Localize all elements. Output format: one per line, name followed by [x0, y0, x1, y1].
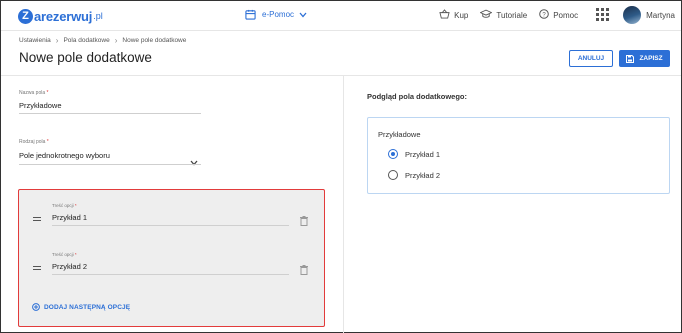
tutorials-link[interactable]: Tutoriale	[479, 9, 528, 21]
breadcrumb-item-extra-fields[interactable]: Pola dodatkowe	[63, 37, 109, 44]
header-divider	[1, 75, 681, 76]
apps-grid-icon[interactable]	[596, 7, 610, 23]
buy-label: Kup	[454, 10, 469, 20]
preview-field-name: Przykładowe	[378, 130, 421, 139]
trash-icon[interactable]	[300, 262, 308, 280]
save-icon	[626, 54, 635, 63]
trash-icon[interactable]	[300, 213, 308, 231]
chevron-right-icon: ›	[114, 36, 118, 45]
drag-handle-icon[interactable]	[33, 217, 41, 223]
chevron-right-icon: ›	[55, 36, 59, 45]
options-editor: Treść opcji * Przykład 1 Treść opcji * P…	[18, 189, 325, 327]
field-type-underline	[19, 164, 201, 165]
radio-unselected-icon[interactable]	[388, 170, 398, 180]
preview-radio-option[interactable]: Przykład 1	[388, 149, 440, 159]
option-input[interactable]: Przykład 1	[52, 213, 87, 222]
column-divider	[343, 76, 344, 333]
add-option-button[interactable]: DODAJ NASTĘPNĄ OPCJĘ	[32, 303, 130, 311]
field-type-select[interactable]: Pole jednokrotnego wyboru	[19, 151, 110, 160]
breadcrumb: Ustawienia › Pola dodatkowe › Nowe pole …	[19, 36, 186, 45]
help-icon: ?	[539, 9, 553, 21]
field-name-label: Nazwa pola *	[19, 90, 49, 96]
logo-mark: Z	[18, 8, 33, 24]
graduation-cap-icon	[479, 9, 496, 21]
brand-logo[interactable]: Z arezerwuj .pl	[18, 7, 103, 25]
add-option-label: DODAJ NASTĘPNĄ OPCJĘ	[44, 303, 131, 311]
field-type-label: Rodzaj pola *	[19, 139, 49, 145]
page-title: Nowe pole dodatkowe	[19, 50, 152, 65]
avatar[interactable]	[623, 6, 642, 24]
option-label: Treść opcji *	[52, 203, 77, 208]
preview-card: Przykładowe Przykład 1 Przykład 2	[367, 117, 670, 194]
module-switcher[interactable]: e-Pomoc	[245, 9, 307, 20]
logo-text: arezerwuj	[34, 8, 93, 24]
top-right-menu: Kup Tutoriale ? Pomoc Martyna	[427, 6, 675, 24]
chevron-down-icon	[299, 12, 307, 18]
drag-handle-icon[interactable]	[33, 266, 41, 272]
cancel-button[interactable]: ANULUJ	[569, 50, 613, 67]
preview-option-label: Przykład 2	[405, 170, 441, 180]
option-label: Treść opcji *	[52, 252, 77, 257]
option-underline	[52, 274, 289, 275]
field-name-input[interactable]: Przykładowe	[19, 101, 62, 110]
preview-title: Podgląd pola dodatkowego:	[367, 92, 467, 101]
preview-radio-option[interactable]: Przykład 2	[388, 170, 440, 180]
breadcrumb-item-current: Nowe pole dodatkowe	[122, 37, 187, 44]
top-bar: Z arezerwuj .pl e-Pomoc Kup Tutoriale ?	[1, 1, 681, 31]
save-label: ZAPISZ	[639, 55, 663, 62]
save-button[interactable]: ZAPISZ	[619, 50, 670, 67]
calendar-icon	[245, 9, 256, 20]
module-label: e-Pomoc	[262, 10, 295, 19]
preview-option-label: Przykład 1	[405, 149, 441, 159]
basket-icon	[439, 9, 454, 21]
chevron-down-icon[interactable]	[190, 153, 198, 171]
help-link[interactable]: ? Pomoc	[539, 9, 578, 21]
buy-link[interactable]: Kup	[439, 9, 468, 21]
help-label: Pomoc	[553, 10, 579, 20]
option-underline	[52, 225, 289, 226]
radio-selected-icon[interactable]	[388, 149, 398, 159]
tutorials-label: Tutoriale	[496, 10, 528, 20]
user-name[interactable]: Martyna	[646, 11, 675, 20]
logo-suffix: .pl	[93, 11, 103, 21]
plus-circle-icon	[32, 303, 40, 311]
option-input[interactable]: Przykład 2	[52, 262, 87, 271]
breadcrumb-item-settings[interactable]: Ustawienia	[19, 37, 51, 44]
field-name-underline	[19, 113, 201, 114]
